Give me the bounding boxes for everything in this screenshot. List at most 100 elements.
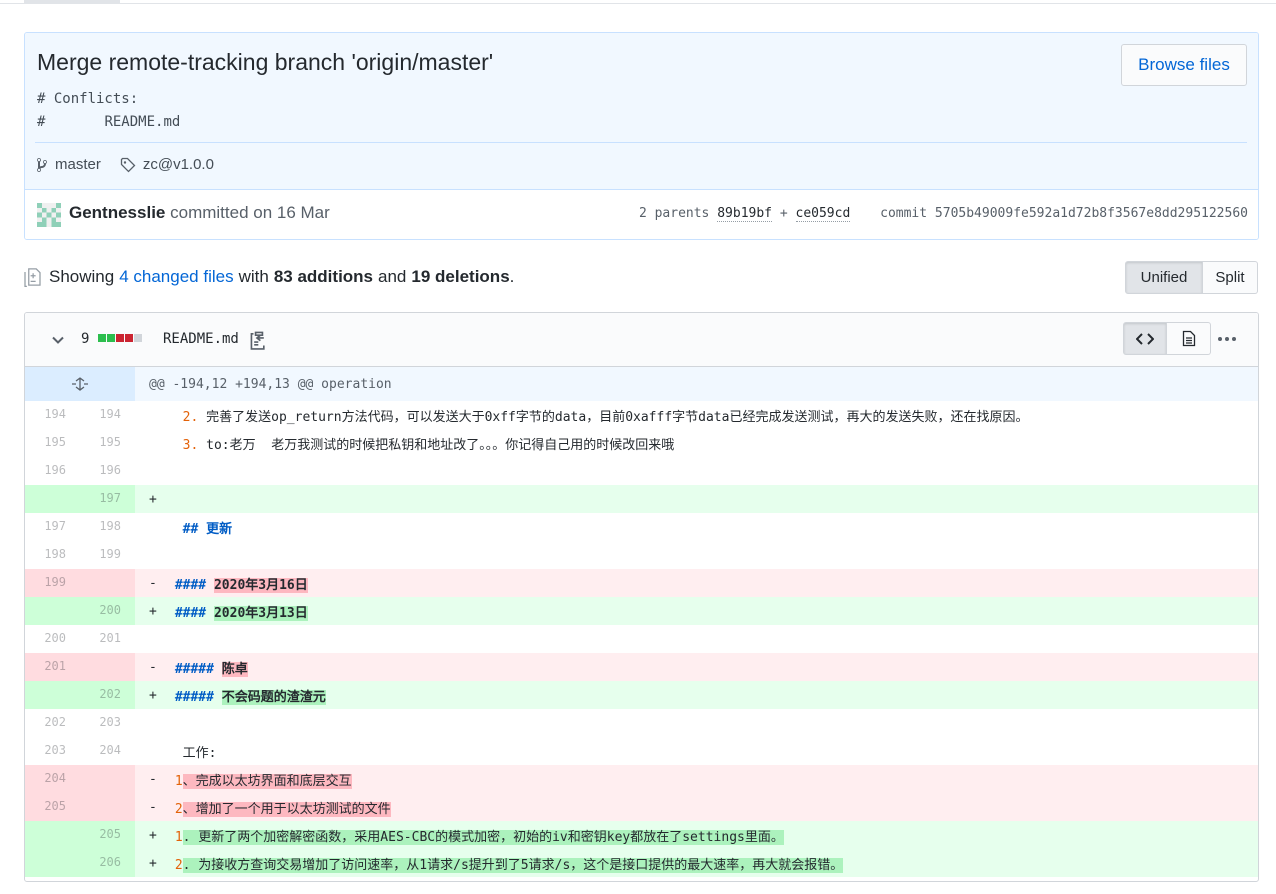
new-line-number[interactable]: 194: [80, 401, 135, 429]
diff-sign: +: [149, 855, 157, 871]
diff-sign: +: [149, 603, 157, 619]
line-text: to:老万 老万我测试的时候把私钥和地址改了。。。你记得自己用的时候改回来哦: [198, 437, 675, 453]
diff-sign: -: [149, 771, 157, 787]
split-button[interactable]: Split: [1203, 261, 1258, 294]
parents-label: 2 parents: [638, 206, 710, 221]
code-text: 2. 完善了发送op_return方法代码，可以发送大于0xff字节的data，…: [167, 406, 1029, 425]
commit-header: Merge remote-tracking branch 'origin/mas…: [25, 33, 1258, 189]
diff-sign: -: [149, 799, 157, 815]
changed-files-link[interactable]: 4 changed files: [119, 267, 233, 287]
list-number: 1: [174, 773, 183, 789]
new-line-number[interactable]: 197: [80, 485, 135, 513]
tag-ref[interactable]: zc@v1.0.0: [119, 156, 214, 173]
file-header: 9 README.md: [25, 313, 1258, 367]
new-line-number[interactable]: 195: [80, 429, 135, 457]
expand-gutter[interactable]: [25, 367, 135, 401]
browse-files-button[interactable]: Browse files: [1121, 44, 1247, 86]
author-link[interactable]: Gentnesslie: [69, 203, 165, 222]
list-number: 3.: [182, 437, 199, 453]
diffstat-block: [125, 334, 133, 342]
old-line-number[interactable]: 200: [25, 625, 80, 653]
line-code: + #### 2020年3月13日: [135, 597, 1258, 625]
old-line-number[interactable]: 205: [25, 793, 80, 821]
line-text: 工作:: [182, 745, 217, 761]
old-line-number[interactable]: [25, 821, 80, 849]
new-line-number[interactable]: [80, 793, 135, 821]
changed-text: 、增加了一个用于以太坊测试的文件: [182, 801, 391, 817]
markdown-heading: #####: [174, 689, 214, 705]
old-line-number[interactable]: 195: [25, 429, 80, 457]
diff-line: 201 - ##### 陈卓: [25, 653, 1258, 681]
summary-with: with: [238, 267, 269, 286]
line-code: 3. to:老万 老万我测试的时候把私钥和地址改了。。。你记得自己用的时候改回来…: [135, 429, 1258, 457]
old-line-number[interactable]: 196: [25, 457, 80, 485]
new-line-number[interactable]: 201: [80, 625, 135, 653]
new-line-number[interactable]: 203: [80, 709, 135, 737]
diff-line: 202 203: [25, 709, 1258, 737]
line-numbers: 200: [25, 597, 135, 625]
markdown-heading: #####: [174, 661, 214, 677]
line-code: + 1. 更新了两个加密解密函数，采用AES-CBC的模式加密，初始的iv和密钥…: [135, 821, 1258, 849]
kebab-menu-icon[interactable]: [1217, 331, 1237, 347]
old-line-number[interactable]: [25, 597, 80, 625]
new-line-number[interactable]: 204: [80, 737, 135, 765]
diff-line: 199 - #### 2020年3月16日: [25, 569, 1258, 597]
new-line-number[interactable]: 196: [80, 457, 135, 485]
old-line-number[interactable]: 203: [25, 737, 80, 765]
old-line-number[interactable]: 202: [25, 709, 80, 737]
parent-sha-2[interactable]: ce059cd: [795, 206, 851, 222]
avatar[interactable]: [37, 203, 61, 227]
old-line-number[interactable]: 201: [25, 653, 80, 681]
code-text: 工作:: [167, 742, 217, 761]
line-numbers: 199: [25, 569, 135, 597]
unfold-icon[interactable]: [71, 377, 89, 391]
new-line-number[interactable]: 200: [80, 597, 135, 625]
old-line-number[interactable]: [25, 485, 80, 513]
old-line-number[interactable]: 199: [25, 569, 80, 597]
list-number: 2: [174, 857, 183, 873]
old-line-number[interactable]: 194: [25, 401, 80, 429]
changed-text: 陈卓: [221, 661, 248, 677]
new-line-number[interactable]: 206: [80, 849, 135, 877]
deletions-count: 19 deletions: [411, 267, 510, 286]
changed-text: 2020年3月16日: [213, 577, 308, 593]
code-text: ## 更新: [167, 518, 232, 537]
file-name[interactable]: README.md: [163, 331, 239, 347]
clipboard-icon[interactable]: [249, 329, 269, 351]
diff-line: 198 199: [25, 541, 1258, 569]
code-text: 2. 为接收方查询交易增加了访问速率，从1请求/s提升到了5请求/s，这个是接口…: [167, 854, 844, 873]
chevron-down-icon[interactable]: [51, 333, 65, 347]
old-line-number[interactable]: 204: [25, 765, 80, 793]
file-diff: 9 README.md @@ -194,12 +194,13 @@ operat…: [24, 312, 1259, 882]
new-line-number[interactable]: 199: [80, 541, 135, 569]
line-numbers: 205: [25, 821, 135, 849]
code-text: #### 2020年3月13日: [167, 602, 308, 621]
line-code: +: [135, 485, 1258, 513]
line-numbers: 197: [25, 485, 135, 513]
line-numbers: 197 198: [25, 513, 135, 541]
line-code: 2. 完善了发送op_return方法代码，可以发送大于0xff字节的data，…: [135, 401, 1258, 429]
old-line-number[interactable]: [25, 681, 80, 709]
line-numbers: 201: [25, 653, 135, 681]
diff-line: 200 201: [25, 625, 1258, 653]
new-line-number[interactable]: [80, 765, 135, 793]
rich-view-button[interactable]: [1167, 322, 1211, 355]
diff-view-toggle: Unified Split: [1125, 261, 1258, 294]
old-line-number[interactable]: 198: [25, 541, 80, 569]
line-code: + 2. 为接收方查询交易增加了访问速率，从1请求/s提升到了5请求/s，这个是…: [135, 849, 1258, 877]
branch-ref[interactable]: master: [35, 156, 101, 173]
source-view-button[interactable]: [1123, 322, 1167, 355]
new-line-number[interactable]: 202: [80, 681, 135, 709]
new-line-number[interactable]: 198: [80, 513, 135, 541]
commit-sha: 5705b49009fe592a1d72b8f3567e8dd295122560: [934, 206, 1248, 221]
diff-line: 197 +: [25, 485, 1258, 513]
new-line-number[interactable]: [80, 653, 135, 681]
diff-sign: [149, 436, 167, 451]
parent-sha-1[interactable]: 89b19bf: [717, 206, 773, 222]
old-line-number[interactable]: 197: [25, 513, 80, 541]
old-line-number[interactable]: [25, 849, 80, 877]
unified-button[interactable]: Unified: [1125, 261, 1203, 294]
code-text: 1. 更新了两个加密解密函数，采用AES-CBC的模式加密，初始的iv和密钥ke…: [167, 826, 784, 845]
new-line-number[interactable]: 205: [80, 821, 135, 849]
new-line-number[interactable]: [80, 569, 135, 597]
